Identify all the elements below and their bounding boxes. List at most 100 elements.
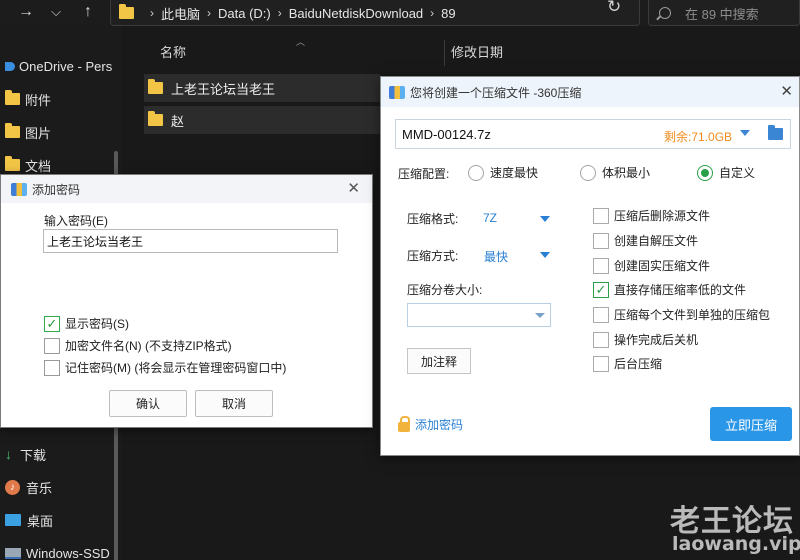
dialog-title: 您将创建一个压缩文件 -360压缩 <box>410 85 582 100</box>
drive-icon <box>5 547 21 559</box>
option-separate-archives[interactable]: 压缩每个文件到单独的压缩包 <box>593 306 770 323</box>
breadcrumb-this-pc[interactable]: 此电脑 <box>161 4 200 23</box>
method-select[interactable]: 最快 <box>484 248 508 265</box>
close-icon[interactable]: ✕ <box>347 179 360 197</box>
option-label: 操作完成后关机 <box>614 333 699 347</box>
option-background[interactable]: 后台压缩 <box>593 355 662 372</box>
file-name: 赵 <box>171 113 185 129</box>
dropdown-caret-icon <box>535 313 545 318</box>
checkbox-icon <box>44 359 60 376</box>
config-option-custom[interactable]: 自定义 <box>697 164 755 181</box>
breadcrumb-download-folder[interactable]: BaiduNetdiskDownload <box>289 6 423 21</box>
search-box[interactable]: 在 89 中搜索 <box>648 0 800 26</box>
watermark-url: laowang.vip <box>672 533 800 555</box>
option-delete-source[interactable]: 压缩后删除源文件 <box>593 207 710 224</box>
folder-icon <box>5 156 20 171</box>
option-label: 直接存储压缩率低的文件 <box>614 283 747 297</box>
confirm-button[interactable]: 确认 <box>109 390 187 417</box>
nav-item-label: 下载 <box>20 447 47 463</box>
nav-item-label: Windows-SSD <box>26 545 110 560</box>
dialog-titlebar[interactable]: 添加密码 ✕ <box>1 175 372 203</box>
add-password-link[interactable]: 添加密码 <box>398 415 464 433</box>
nav-item-desktop[interactable]: 桌面 <box>5 508 53 532</box>
nav-item-pictures[interactable]: 图片 <box>5 120 51 144</box>
checkbox-icon <box>593 306 609 323</box>
folder-icon <box>5 123 20 138</box>
method-label: 压缩方式: <box>407 249 459 263</box>
recent-locations-chevron-icon[interactable]: ⌵ <box>44 0 68 24</box>
folder-icon <box>119 4 134 19</box>
column-divider[interactable] <box>444 40 445 66</box>
checkbox-icon <box>44 337 60 354</box>
search-icon <box>659 7 671 19</box>
option-label: 压缩每个文件到单独的压缩包 <box>614 308 771 322</box>
refresh-icon[interactable]: ↻ <box>607 0 621 17</box>
option-store-low-ratio[interactable]: ✓ 直接存储压缩率低的文件 <box>593 281 746 298</box>
volume-size-select[interactable] <box>407 303 551 327</box>
radio-icon <box>468 164 484 181</box>
nav-item-windows-ssd[interactable]: Windows-SSD <box>5 541 110 560</box>
config-option-smallest[interactable]: 体积最小 <box>580 164 650 181</box>
file-row[interactable]: 上老王论坛当老王 <box>144 74 380 102</box>
compress-dialog: 您将创建一个压缩文件 -360压缩 ✕ MMD-00124.7z 剩余:71.0… <box>380 76 800 456</box>
archive-name-field[interactable]: MMD-00124.7z 剩余:71.0GB <box>395 119 791 149</box>
dialog-title: 添加密码 <box>32 182 81 197</box>
folder-icon <box>5 90 20 105</box>
nav-item-label: OneDrive - Pers <box>19 58 113 74</box>
encrypt-filenames-checkbox[interactable]: 加密文件名(N) (不支持ZIP格式) <box>44 337 232 354</box>
radio-label: 自定义 <box>719 166 756 180</box>
password-input[interactable] <box>43 229 338 253</box>
checkbox-icon <box>593 207 609 224</box>
column-header-name[interactable]: 名称 <box>160 42 186 64</box>
format-select[interactable]: 7Z <box>483 211 497 225</box>
method-dropdown-icon[interactable] <box>540 252 550 258</box>
add-comment-button[interactable]: 加注释 <box>407 348 471 374</box>
nav-item-onedrive[interactable]: OneDrive - Pers <box>5 54 112 78</box>
lock-icon <box>398 415 410 432</box>
checkbox-checked-icon: ✓ <box>593 281 609 298</box>
desktop-icon <box>5 514 21 526</box>
nav-item-music[interactable]: ♪ 音乐 <box>5 475 52 499</box>
file-row[interactable]: 赵 <box>144 106 380 134</box>
address-bar[interactable]: › 此电脑 › Data (D:) › BaiduNetdiskDownload… <box>110 0 698 26</box>
sort-ascending-icon: ︿ <box>296 37 306 47</box>
radio-icon <box>580 164 596 181</box>
nav-item-downloads[interactable]: ↓ 下载 <box>5 442 46 466</box>
volume-size-label: 压缩分卷大小: <box>407 283 483 297</box>
chevron-right-icon: › <box>207 6 212 20</box>
remember-password-checkbox[interactable]: 记住密码(M) (将会显示在管理密码窗口中) <box>44 359 286 376</box>
show-password-checkbox[interactable]: ✓ 显示密码(S) <box>44 315 129 332</box>
up-arrow-icon[interactable]: ↑ <box>76 0 100 24</box>
nav-item-label: 音乐 <box>26 480 53 496</box>
file-name: 上老王论坛当老王 <box>171 81 276 97</box>
config-option-fastest[interactable]: 速度最快 <box>468 164 538 181</box>
radio-selected-icon <box>697 164 713 181</box>
add-password-label: 添加密码 <box>415 418 464 432</box>
forward-arrow-icon[interactable]: → <box>14 0 38 24</box>
breadcrumb-drive[interactable]: Data (D:) <box>218 6 271 21</box>
breadcrumb-current-folder[interactable]: 89 <box>441 6 455 21</box>
column-header-modified[interactable]: 修改日期 <box>451 42 503 64</box>
nav-item-label: 桌面 <box>27 513 54 529</box>
dialog-titlebar[interactable]: 您将创建一个压缩文件 -360压缩 ✕ <box>381 77 799 107</box>
nav-item-attachments[interactable]: 附件 <box>5 87 51 111</box>
checkbox-icon <box>593 257 609 274</box>
music-icon: ♪ <box>5 479 20 495</box>
dropdown-caret-icon[interactable] <box>740 130 750 136</box>
format-dropdown-icon[interactable] <box>540 216 550 222</box>
chevron-right-icon: › <box>430 6 435 20</box>
cancel-button[interactable]: 取消 <box>195 390 273 417</box>
option-self-extracting[interactable]: 创建自解压文件 <box>593 232 698 249</box>
open-folder-icon[interactable] <box>768 125 783 140</box>
option-shutdown-after[interactable]: 操作完成后关机 <box>593 331 698 348</box>
explorer-toolbar: → ⌵ ↑ › 此电脑 › Data (D:) › BaiduNetdiskDo… <box>0 0 800 26</box>
checkbox-icon <box>593 331 609 348</box>
folder-icon <box>148 111 163 126</box>
chevron-right-icon: › <box>277 6 282 20</box>
close-icon[interactable]: ✕ <box>780 82 793 100</box>
nav-item-label: 图片 <box>25 125 52 141</box>
option-label: 压缩后删除源文件 <box>614 209 711 223</box>
option-solid-archive[interactable]: 创建固实压缩文件 <box>593 257 710 274</box>
checkbox-label: 记住密码(M) (将会显示在管理密码窗口中) <box>65 361 287 375</box>
compress-now-button[interactable]: 立即压缩 <box>710 407 792 441</box>
